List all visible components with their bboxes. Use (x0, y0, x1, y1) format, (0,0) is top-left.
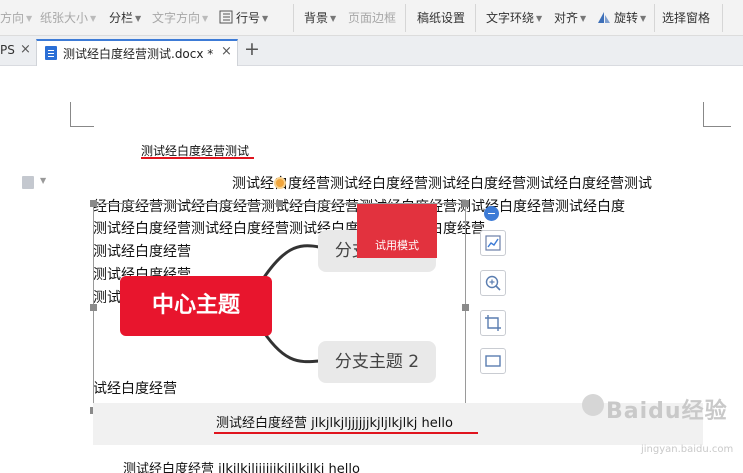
tab-previous-document[interactable]: PS (0, 43, 15, 57)
paper-size-button[interactable]: 纸张大小 ▼ (40, 9, 96, 27)
ribbon-toolbar: 方向 ▼ 纸张大小 ▼ 分栏 ▼ 文字方向 ▼ 行号 ▼ 背景 ▼ 页面边框 稿纸设置 文字… (0, 0, 743, 36)
orientation-button[interactable]: 方向 ▼ (0, 9, 32, 27)
object-selection-frame[interactable] (93, 203, 466, 411)
align-button[interactable]: 对齐 ▼ (554, 9, 586, 27)
layout-options-button[interactable] (480, 230, 506, 256)
toolbar-divider (293, 4, 294, 32)
crop-mark (703, 102, 704, 127)
chevron-down-icon[interactable]: ▼ (40, 176, 46, 185)
chevron-down-icon: ▼ (90, 14, 97, 23)
word-document-icon (45, 46, 57, 60)
crop-mark (703, 126, 731, 127)
crop-button[interactable] (480, 310, 506, 336)
collapse-button[interactable] (484, 206, 499, 221)
close-icon[interactable]: × (221, 44, 232, 59)
toolbar-divider (475, 4, 476, 32)
toolbar-divider (654, 4, 655, 32)
zoom-in-icon (485, 275, 501, 291)
chevron-down-icon: ▼ (26, 14, 33, 23)
zoom-button[interactable] (480, 270, 506, 296)
chevron-down-icon: ▼ (536, 14, 543, 23)
chevron-down-icon: ▼ (640, 14, 647, 23)
line-numbers-button[interactable]: 行号 ▼ (219, 9, 268, 27)
selection-pane-button[interactable]: 选择窗格 (662, 9, 710, 27)
chevron-down-icon: ▼ (330, 14, 337, 23)
tab-active-document[interactable]: 测试经白度经营测试.docx * × (36, 39, 238, 66)
document-outline-icon[interactable] (22, 176, 34, 189)
resize-handle-top-right[interactable] (462, 200, 469, 207)
spellcheck-underline (141, 157, 254, 159)
watermark-brand: Baidu经验 (606, 399, 728, 424)
rotate-button[interactable]: 旋转 ▼ (597, 9, 646, 27)
columns-button[interactable]: 分栏 ▼ (109, 9, 141, 27)
crop-mark (70, 102, 71, 127)
toolbar-divider (722, 4, 723, 32)
chevron-down-icon: ▼ (580, 14, 587, 23)
crop-mark (70, 126, 94, 127)
new-tab-button[interactable]: + (244, 39, 260, 59)
resize-handle-left[interactable] (90, 304, 97, 311)
resize-handle-right[interactable] (462, 304, 469, 311)
resize-handle-top-left[interactable] (90, 200, 97, 207)
manuscript-settings-button[interactable]: 稿纸设置 (417, 9, 465, 27)
watermark-url: jingyan.baidu.com (641, 444, 734, 455)
crop-icon (485, 315, 501, 331)
tab-title: 测试经白度经营测试.docx * (63, 47, 214, 61)
rotate-icon (598, 12, 610, 23)
chart-edit-icon (485, 235, 501, 251)
frame-icon (485, 355, 501, 367)
page-border-button[interactable]: 页面边框 (348, 9, 396, 27)
background-button[interactable]: 背景 ▼ (304, 9, 336, 27)
chevron-down-icon: ▼ (202, 14, 209, 23)
text-wrap-button[interactable]: 文字环绕 ▼ (486, 9, 542, 27)
frame-button[interactable] (480, 348, 506, 374)
body-text-line: 测试经白度经营 jlkjlkjljjjjjjkjljlkjlkj hello (123, 462, 360, 473)
toolbar-divider (405, 4, 406, 32)
highlighted-text-line: 测试经白度经营 jlkjlkjljjjjjjkjljlkjlkj hello (216, 416, 453, 431)
body-text-line: 测试经白度经营测试经白度经营测试经白度经营测试经白度经营测试 (232, 176, 652, 192)
chevron-down-icon: ▼ (135, 14, 142, 23)
text-direction-button[interactable]: 文字方向 ▼ (152, 9, 208, 27)
close-icon[interactable]: × (20, 42, 31, 57)
resize-handle-top[interactable] (276, 200, 283, 207)
document-tab-bar: PS × 测试经白度经营测试.docx * × + (0, 36, 743, 66)
rotate-handle[interactable] (274, 177, 286, 189)
baidu-paw-logo (582, 394, 604, 416)
spellcheck-underline (214, 432, 478, 434)
line-numbers-icon (219, 10, 233, 24)
chevron-down-icon: ▼ (262, 14, 269, 23)
